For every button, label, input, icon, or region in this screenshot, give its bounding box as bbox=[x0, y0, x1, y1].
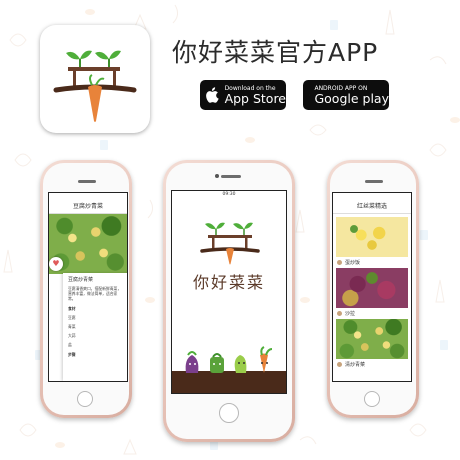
apple-icon bbox=[206, 87, 219, 103]
ingredient-item: 青菜 bbox=[68, 324, 76, 330]
app-store-label: App Store bbox=[224, 91, 286, 106]
home-button[interactable] bbox=[77, 391, 93, 407]
left-nav-title: 豆腐炒青菜 bbox=[49, 201, 127, 214]
home-button[interactable] bbox=[364, 391, 380, 407]
right-phone-screen: 红丝菜精选 蛋炒饭 沙拉 清炒青菜 bbox=[332, 192, 412, 382]
app-logo-icon bbox=[53, 50, 137, 122]
app-store-button[interactable]: Download on the App Store bbox=[200, 80, 286, 110]
vegetable-characters-illustration bbox=[172, 346, 286, 393]
ingredient-item: 盐 bbox=[68, 342, 72, 348]
status-bar bbox=[49, 193, 127, 201]
splash-brand-name: 你好菜菜 bbox=[192, 273, 265, 292]
dish-thumb-icon bbox=[337, 310, 342, 316]
ingredients-label: 食材 bbox=[68, 305, 76, 311]
status-bar bbox=[333, 193, 411, 201]
home-button[interactable] bbox=[219, 403, 239, 423]
phone-speaker bbox=[365, 180, 383, 183]
dish-thumb-icon bbox=[337, 259, 342, 265]
left-phone: 豆腐炒青菜 ♥ 豆腐炒青菜 豆腐清香爽口，搭配新鲜青菜，营养丰富，做法简单，适合… bbox=[40, 160, 132, 418]
right-phone: 红丝菜精选 蛋炒饭 沙拉 清炒青菜 bbox=[327, 160, 419, 418]
dish-name: 清炒青菜 bbox=[345, 361, 366, 368]
center-phone: 09:30 你好菜菜 bbox=[163, 160, 295, 442]
front-camera bbox=[215, 174, 219, 178]
dish-photo[interactable] bbox=[336, 319, 408, 359]
dish-photo[interactable] bbox=[336, 268, 408, 308]
phone-speaker bbox=[221, 175, 241, 178]
app-title: 你好菜菜官方APP bbox=[172, 38, 379, 67]
phone-speaker bbox=[78, 180, 96, 183]
recipe-heading: 豆腐炒青菜 bbox=[68, 277, 94, 283]
dish-card[interactable]: 沙拉 bbox=[333, 308, 411, 318]
splash-logo-icon bbox=[200, 222, 260, 265]
app-icon bbox=[40, 25, 150, 133]
google-play-label: Google play bbox=[314, 91, 389, 106]
favorite-button[interactable]: ♥ bbox=[49, 257, 63, 271]
dish-thumb-icon bbox=[337, 361, 342, 367]
recipe-card: 豆腐炒青菜 豆腐清香爽口，搭配新鲜青菜，营养丰富，做法简单，适合家常。 食材 豆… bbox=[63, 273, 127, 381]
dish-name: 蛋炒饭 bbox=[345, 259, 361, 266]
recipe-intro: 豆腐清香爽口，搭配新鲜青菜，营养丰富，做法简单，适合家常。 bbox=[68, 286, 122, 302]
left-phone-screen: 豆腐炒青菜 ♥ 豆腐炒青菜 豆腐清香爽口，搭配新鲜青菜，营养丰富，做法简单，适合… bbox=[48, 192, 128, 382]
right-nav-title: 红丝菜精选 bbox=[333, 201, 411, 214]
steps-label: 步骤 bbox=[68, 351, 76, 357]
dish-card[interactable]: 清炒青菜 bbox=[333, 359, 411, 369]
status-bar-time: 09:30 bbox=[222, 192, 236, 197]
dish-photo[interactable] bbox=[336, 217, 408, 257]
google-play-button[interactable]: ANDROID APP ON Google play bbox=[303, 80, 389, 110]
center-phone-screen: 09:30 你好菜菜 bbox=[171, 190, 287, 394]
dish-card[interactable]: 蛋炒饭 bbox=[333, 257, 411, 267]
heart-icon: ♥ bbox=[52, 259, 60, 268]
dish-name: 沙拉 bbox=[345, 310, 356, 317]
ingredient-item: 豆腐 bbox=[68, 314, 76, 320]
ingredient-item: 大蒜 bbox=[68, 333, 76, 339]
